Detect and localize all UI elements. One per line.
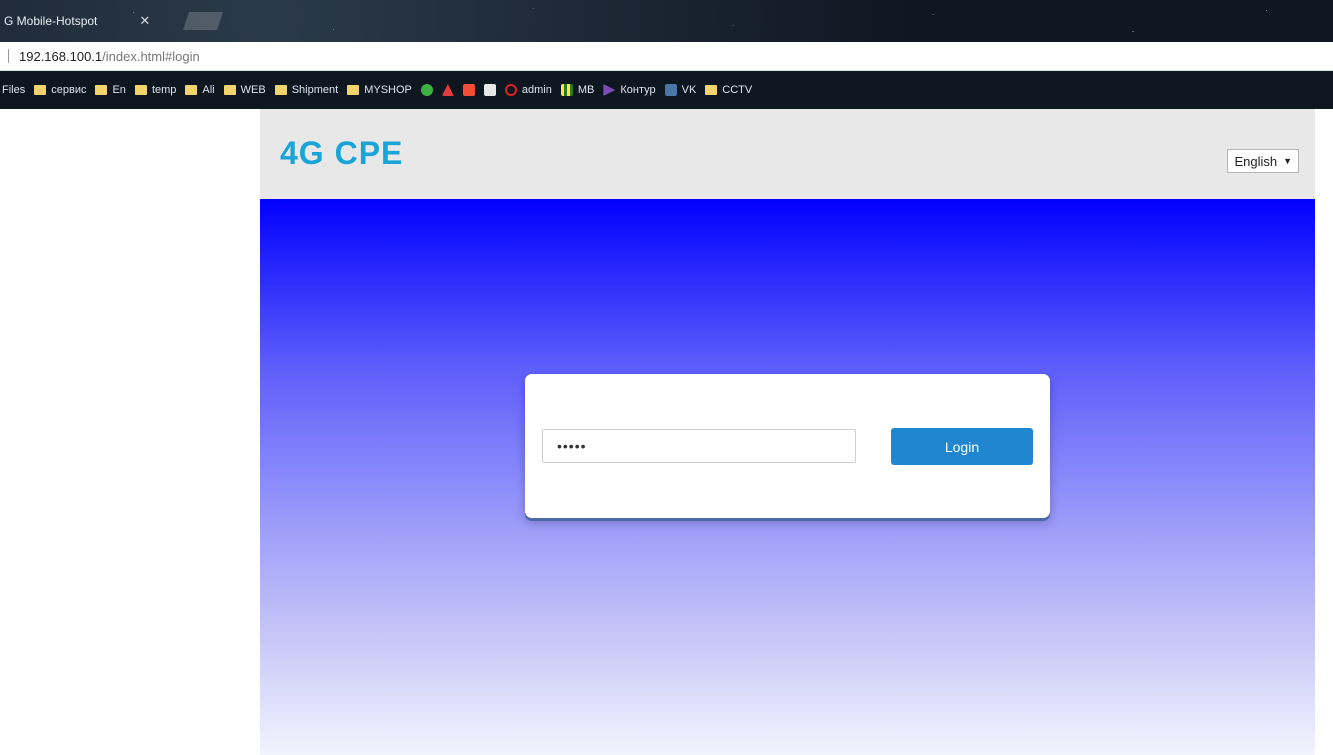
browser-tab[interactable]: G Mobile-Hotspot ✕ [0,6,184,36]
folder-icon [223,85,236,95]
bookmark-cctv[interactable]: CCTV [705,84,752,96]
bookmark-label: MB [577,84,595,96]
green-circle-icon [420,84,433,96]
browser-tab-bar: G Mobile-Hotspot ✕ [0,0,1333,42]
bookmark-label: VK [681,84,697,96]
folder-icon [347,85,360,95]
password-input[interactable] [542,429,856,463]
chevron-down-icon: ▼ [1283,156,1292,166]
address-separator [8,49,9,63]
bookmark-label: Ali [202,84,215,96]
logo: 4G CPE [280,135,404,171]
page-header: 4G CPE English ▼ [260,109,1315,199]
bookmark-label: сервис [51,84,87,96]
url-text[interactable]: 192.168.100.1/index.html#login [19,49,200,64]
bookmark-en[interactable]: En [95,84,126,96]
bookmark-files[interactable]: Files [2,84,25,96]
bookmarks-bar: Files сервис En temp Ali WEB Shipment MY… [0,71,1333,109]
bookmark-label: MYSHOP [364,84,412,96]
bookmark-label: WEB [240,84,266,96]
bookmark-kontur[interactable]: Контур [603,84,656,96]
bookmark-red-triangle[interactable] [441,84,454,96]
login-button[interactable]: Login [891,428,1033,465]
address-bar[interactable]: 192.168.100.1/index.html#login [0,42,1333,71]
bookmark-myshop[interactable]: MYSHOP [347,84,412,96]
language-value: English [1234,153,1278,169]
url-host: 192.168.100.1 [19,48,103,64]
bookmark-label: En [112,84,126,96]
login-card: Login [525,374,1050,518]
tab-title: G Mobile-Hotspot [4,14,98,28]
bookmark-web[interactable]: WEB [223,84,266,96]
bookmark-red-square[interactable] [462,84,475,96]
white-square-icon [483,84,496,96]
bookmark-label: Контур [620,84,656,96]
folder-icon [185,85,198,95]
bookmark-label: admin [521,84,552,96]
bookmark-label: Files [2,84,26,96]
language-select[interactable]: English ▼ [1227,149,1299,173]
bookmark-vk[interactable]: VK [664,84,697,96]
router-login-page: 4G CPE English ▼ Login [260,109,1315,755]
login-background: Login [260,199,1315,755]
url-path: /index.html#login [102,48,200,64]
red-square-icon [462,84,475,96]
bookmark-white-square[interactable] [483,84,496,96]
folder-icon [95,85,108,95]
yellow-grid-icon [560,84,573,96]
new-tab-button[interactable] [183,12,223,30]
bookmark-shipment[interactable]: Shipment [274,84,339,96]
bookmark-label: CCTV [722,84,753,96]
bookmark-servis[interactable]: сервис [34,84,86,96]
bookmark-mb[interactable]: MB [560,84,595,96]
folder-icon [705,85,718,95]
red-ring-icon [504,84,517,96]
bookmark-green[interactable] [420,84,433,96]
bookmark-label: Shipment [291,84,339,96]
vk-icon [664,84,677,96]
red-triangle-icon [441,84,454,96]
bookmark-ali[interactable]: Ali [185,84,215,96]
bookmark-label: temp [151,84,177,96]
folder-icon [134,85,147,95]
close-icon[interactable]: ✕ [139,13,150,29]
purple-mark-icon [603,84,616,96]
folder-icon [274,85,287,95]
bookmark-admin[interactable]: admin [504,84,552,96]
bookmark-temp[interactable]: temp [134,84,177,96]
folder-icon [34,85,47,95]
